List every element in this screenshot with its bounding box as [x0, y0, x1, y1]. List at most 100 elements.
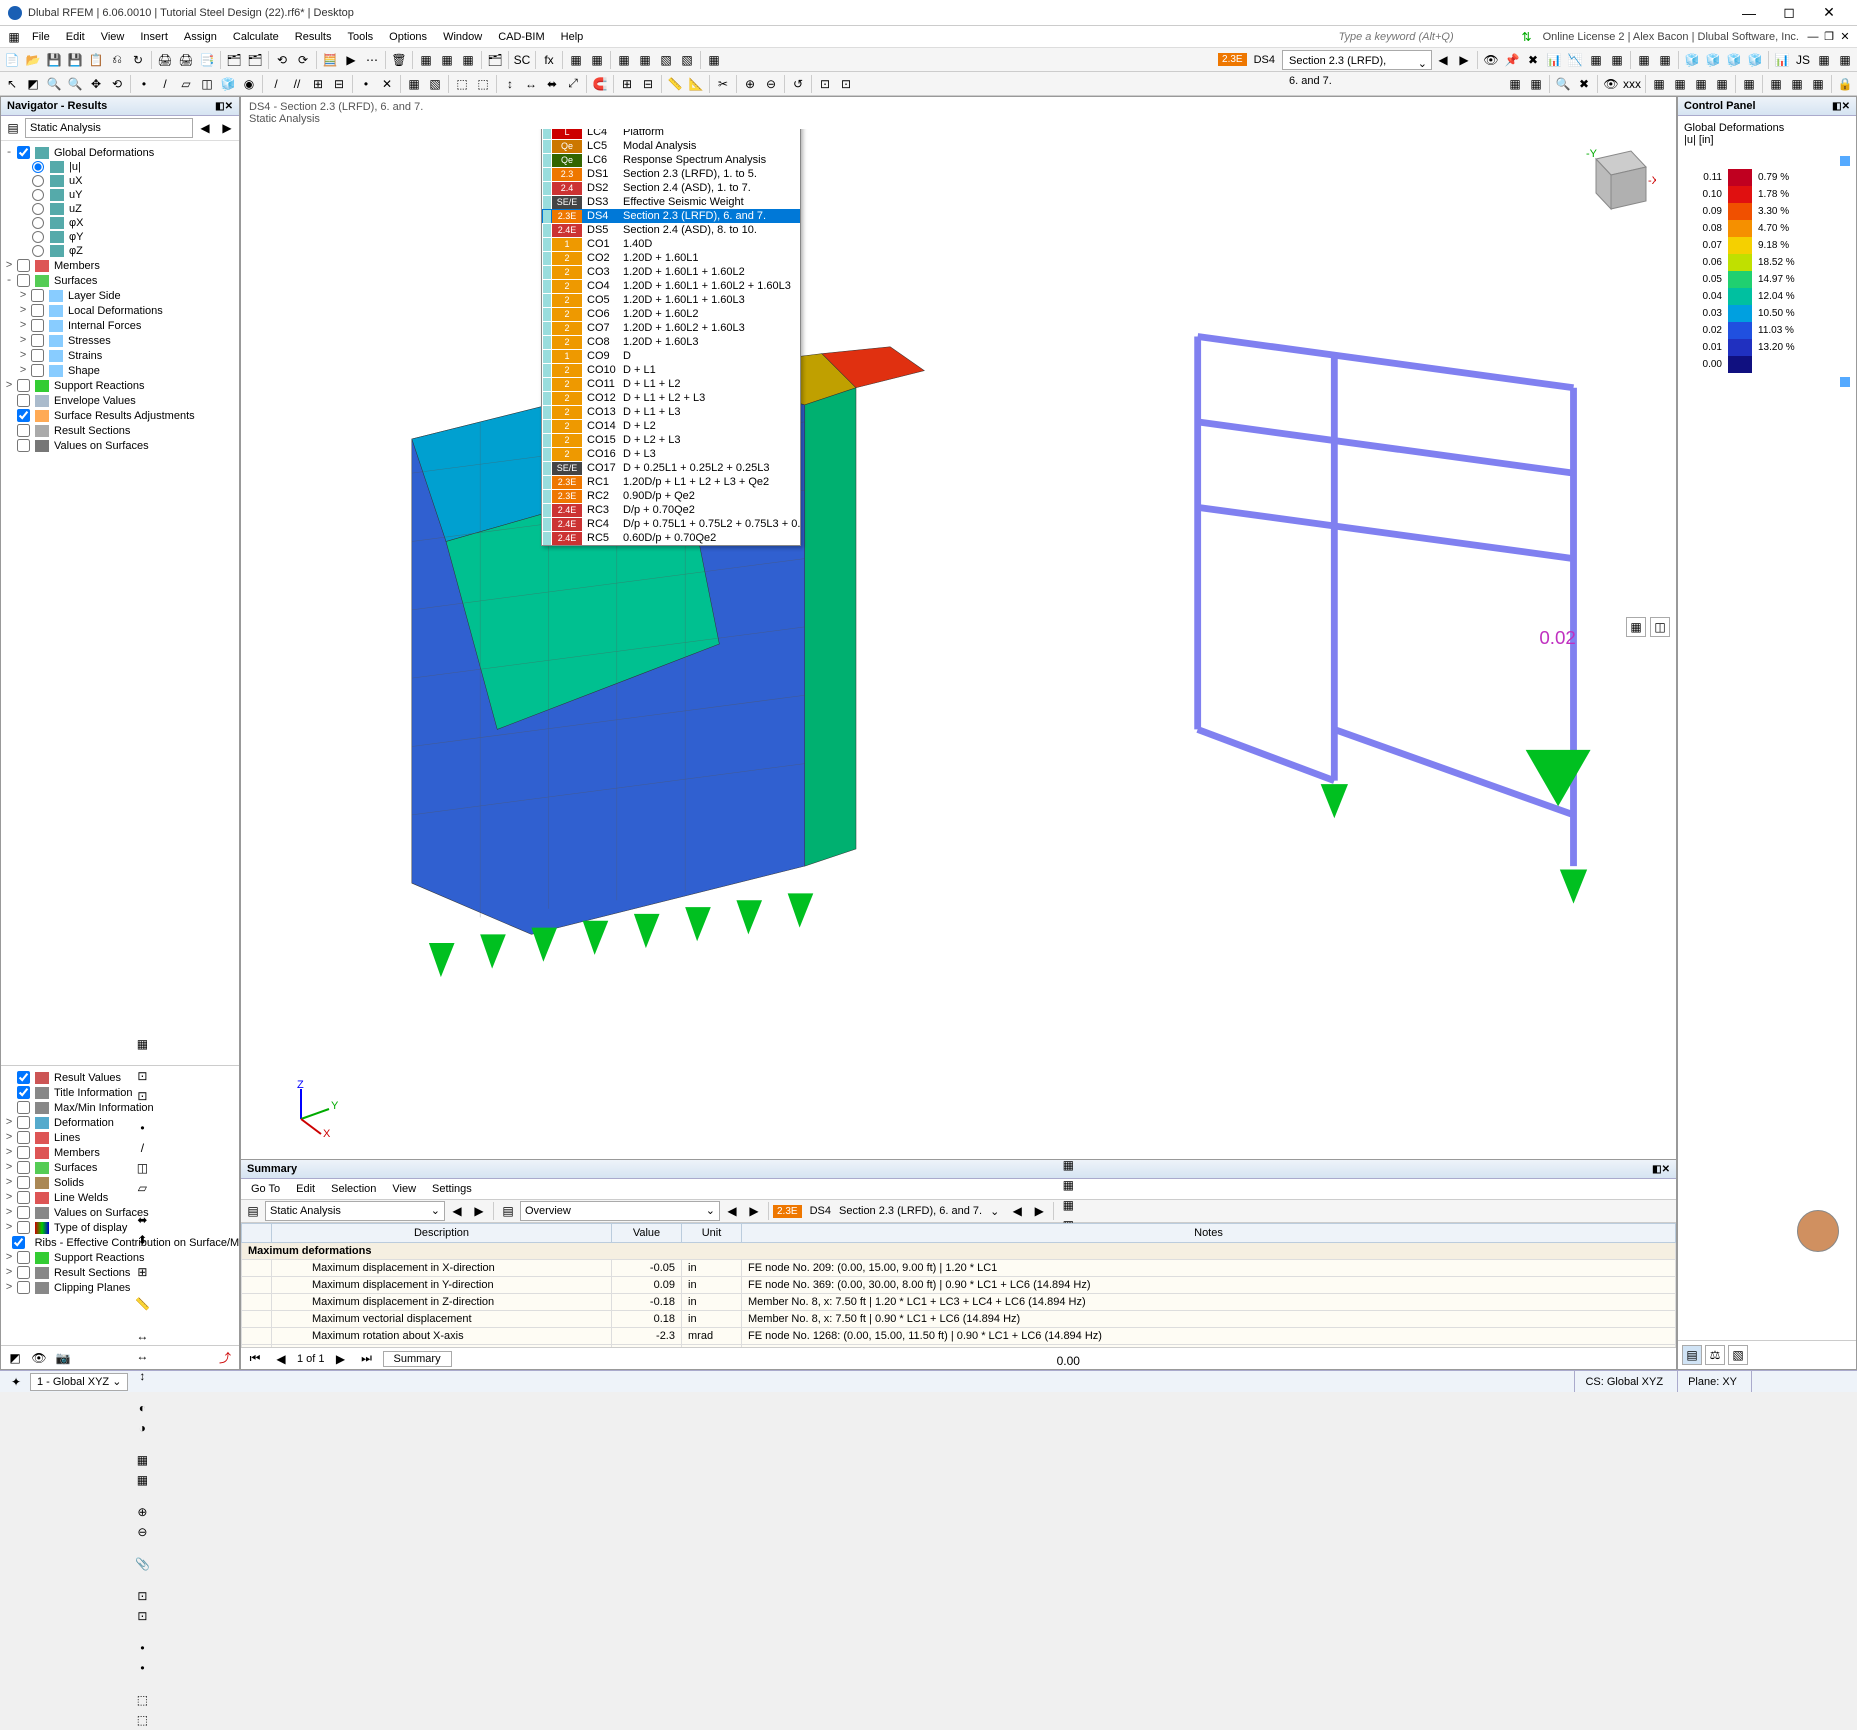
tb2-btn-35[interactable]: ⊞ [617, 74, 637, 94]
status-btn-17[interactable]: ↔ [132, 1326, 152, 1346]
tree-radio[interactable] [32, 245, 44, 257]
tree-node-9[interactable]: >Values on Surfaces [3, 1205, 237, 1220]
status-btn-5[interactable]: • [132, 1118, 152, 1138]
tb1-btn-18[interactable]: 🧮 [320, 50, 340, 70]
tree-checkbox[interactable] [17, 409, 30, 422]
expand-icon[interactable]: > [3, 1252, 15, 1264]
ctrl-tab-colors[interactable]: ▤ [1682, 1345, 1702, 1365]
tb-prev[interactable]: ◀ [1433, 50, 1453, 70]
tb1r-btn-11[interactable]: 🧊 [1682, 50, 1702, 70]
status-btn-25[interactable]: ▦ [132, 1470, 152, 1490]
keyword-search[interactable] [1337, 29, 1517, 45]
tree-checkbox[interactable] [17, 1146, 30, 1159]
summary-grid[interactable]: DescriptionValueUnitNotesMaximum deforma… [241, 1223, 1676, 1347]
dd-item-CO5[interactable]: 2 CO5 1.20D + 1.60L1 + 1.60L3 [542, 293, 800, 307]
tb1-btn-28[interactable]: 🗂 [485, 50, 505, 70]
tb1r-btn-5[interactable]: ▦ [1586, 50, 1606, 70]
tb2-btn-30[interactable]: ⬌ [542, 74, 562, 94]
sum-row-3[interactable]: Maximum vectorial displacement0.18inMemb… [242, 1311, 1676, 1328]
tb1-btn-38[interactable]: ▦ [635, 50, 655, 70]
menu-assign[interactable]: Assign [176, 29, 225, 45]
load-case-dropdown-list[interactable]: D LC1 Self-weight L LC2 Lower slab L LC3… [541, 129, 801, 546]
tree-node-5[interactable]: φX [3, 216, 237, 230]
sum-menu-view[interactable]: View [386, 1181, 422, 1197]
menu-insert[interactable]: Insert [132, 29, 176, 45]
sumtb-btn-7[interactable]: ▦ [1058, 1175, 1078, 1195]
sum-menu-edit[interactable]: Edit [290, 1181, 321, 1197]
tree-node-12[interactable]: >Support Reactions [3, 1250, 237, 1265]
status-btn-36[interactable]: • [132, 1658, 152, 1678]
tree-checkbox[interactable] [17, 1101, 30, 1114]
tree-checkbox[interactable] [31, 319, 44, 332]
tb1-btn-24[interactable]: ▦ [416, 50, 436, 70]
tree-checkbox[interactable] [17, 1281, 30, 1294]
dd-item-RC1[interactable]: 2.3E RC1 1.20D/p + L1 + L2 + L3 + Qe2 [542, 475, 800, 489]
tb2r-btn-1[interactable]: ▦ [1526, 74, 1546, 94]
menu-view[interactable]: View [93, 29, 133, 45]
tb2-btn-8[interactable]: / [155, 74, 175, 94]
expand-icon[interactable] [3, 1102, 15, 1114]
panel-pin-button[interactable]: ◧ [215, 101, 224, 112]
slider-bot[interactable] [1840, 377, 1850, 387]
tb1-btn-8[interactable]: 🖨 [155, 50, 175, 70]
tb1-btn-1[interactable]: 📂 [23, 50, 43, 70]
tb1-btn-12[interactable]: 🗂 [224, 50, 244, 70]
status-btn-30[interactable]: 📎 [132, 1554, 152, 1574]
tb2-btn-33[interactable]: 🧲 [590, 74, 610, 94]
dd-item-CO1[interactable]: 1 CO1 1.40D [542, 237, 800, 251]
tree-checkbox[interactable] [17, 1251, 30, 1264]
tree-node-18[interactable]: Surface Results Adjustments [3, 408, 237, 423]
tb2-btn-5[interactable]: ⟲ [107, 74, 127, 94]
menu-cad-bim[interactable]: CAD-BIM [490, 29, 552, 45]
tb2-btn-15[interactable]: // [287, 74, 307, 94]
tree-checkbox[interactable] [17, 379, 30, 392]
expand-icon[interactable]: > [3, 1162, 15, 1174]
sum-next-2[interactable]: ▶ [744, 1201, 764, 1221]
dd-item-DS1[interactable]: 2.3 DS1 Section 2.3 (LRFD), 1. to 5. [542, 167, 800, 181]
expand-icon[interactable]: > [17, 290, 29, 302]
dd-item-CO14[interactable]: 2 CO14 D + L2 [542, 419, 800, 433]
tb1-btn-32[interactable]: fx [539, 50, 559, 70]
expand-icon[interactable]: > [3, 380, 15, 392]
expand-icon[interactable]: > [3, 1132, 15, 1144]
tree-node-9[interactable]: -Surfaces [3, 273, 237, 288]
tree-checkbox[interactable] [17, 1221, 30, 1234]
ctrl-tab-scale[interactable]: ⚖ [1705, 1345, 1725, 1365]
tree-node-16[interactable]: >Support Reactions [3, 378, 237, 393]
tb2-btn-20[interactable]: ✕ [377, 74, 397, 94]
expand-icon[interactable]: > [17, 320, 29, 332]
sum-menu-selection[interactable]: Selection [325, 1181, 382, 1197]
tree-node-3[interactable]: uY [3, 188, 237, 202]
tb2-btn-43[interactable]: ⊕ [740, 74, 760, 94]
tb2-btn-17[interactable]: ⊟ [329, 74, 349, 94]
status-cs-dropdown[interactable]: 1 - Global XYZ ⌄ [30, 1373, 128, 1391]
expand-icon[interactable] [3, 440, 15, 452]
tb1r-btn-3[interactable]: 📊 [1544, 50, 1564, 70]
tree-node-11[interactable]: Ribs - Effective Contribution on Surface… [3, 1235, 237, 1250]
status-btn-38[interactable]: ⬚ [132, 1690, 152, 1710]
sum-row-4[interactable]: Maximum rotation about X-axis-2.3mradFE … [242, 1328, 1676, 1345]
expand-icon[interactable]: > [17, 305, 29, 317]
expand-icon[interactable] [17, 245, 29, 257]
expand-icon[interactable] [17, 231, 29, 243]
tree-checkbox[interactable] [17, 394, 30, 407]
status-btn-33[interactable]: ⊡ [132, 1606, 152, 1626]
tree-checkbox[interactable] [17, 1116, 30, 1129]
dd-item-CO3[interactable]: 2 CO3 1.20D + 1.60L1 + 1.60L2 [542, 265, 800, 279]
status-btn-0[interactable]: ▦ [132, 1034, 152, 1054]
tree-node-7[interactable]: φZ [3, 244, 237, 258]
menu-tools[interactable]: Tools [339, 29, 381, 45]
tb2r-btn-4[interactable]: ✖ [1574, 74, 1594, 94]
tb1-btn-22[interactable]: 🗑 [389, 50, 409, 70]
tb2-btn-49[interactable]: ⊡ [836, 74, 856, 94]
doc-restore-button[interactable]: ❐ [1821, 30, 1837, 43]
tb1-btn-16[interactable]: ⟳ [293, 50, 313, 70]
summary-close-button[interactable]: ✕ [1662, 1164, 1670, 1175]
layout-button-1[interactable]: ▦ [1626, 617, 1646, 637]
tree-node-10[interactable]: >Type of display [3, 1220, 237, 1235]
tb1-btn-39[interactable]: ▧ [656, 50, 676, 70]
tree-node-1[interactable]: Title Information [3, 1085, 237, 1100]
dd-item-RC4[interactable]: 2.4E RC4 D/p + 0.75L1 + 0.75L2 + 0.75L3 … [542, 517, 800, 531]
status-icon-axis[interactable]: ✦ [6, 1372, 26, 1392]
doc-minimize-button[interactable]: — [1805, 31, 1821, 43]
